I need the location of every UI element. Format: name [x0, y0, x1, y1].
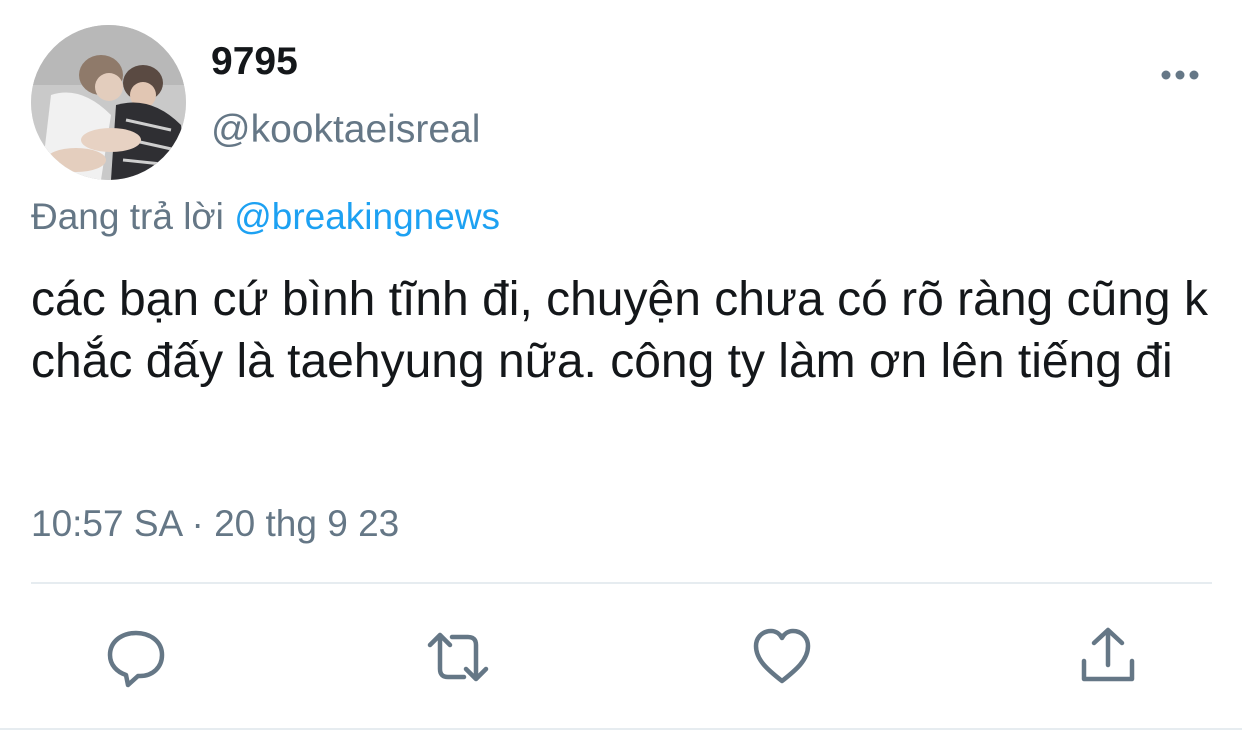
- tweet-timestamp[interactable]: 10:57 SA · 20 thg 9 23: [31, 502, 399, 546]
- like-button[interactable]: [750, 625, 814, 689]
- display-name[interactable]: 9795: [211, 40, 298, 84]
- avatar[interactable]: [31, 25, 186, 180]
- more-options-button[interactable]: [1152, 55, 1208, 95]
- divider: [31, 582, 1212, 584]
- comment-icon: [107, 630, 165, 688]
- bottom-divider: [0, 728, 1242, 730]
- retweet-button[interactable]: [426, 625, 490, 689]
- tweet-text: các bạn cứ bình tĩnh đi, chuyện chưa có …: [31, 273, 1208, 388]
- reply-mention-link[interactable]: @breakingnews: [234, 196, 500, 237]
- retweet-icon: [427, 632, 489, 682]
- profile-photo-icon: [31, 25, 186, 180]
- replying-to: Đang trả lời @breakingnews: [31, 195, 500, 239]
- share-icon: [1081, 627, 1135, 682]
- more-icon: [1161, 70, 1199, 80]
- reply-button[interactable]: [104, 625, 168, 689]
- user-handle[interactable]: @kooktaeisreal: [211, 108, 480, 152]
- replying-to-label: Đang trả lời: [31, 196, 224, 237]
- share-button[interactable]: [1076, 625, 1140, 689]
- tweet-container: 9795 @kooktaeisreal Đang trả lời @breaki…: [0, 0, 1242, 747]
- heart-icon: [753, 628, 811, 684]
